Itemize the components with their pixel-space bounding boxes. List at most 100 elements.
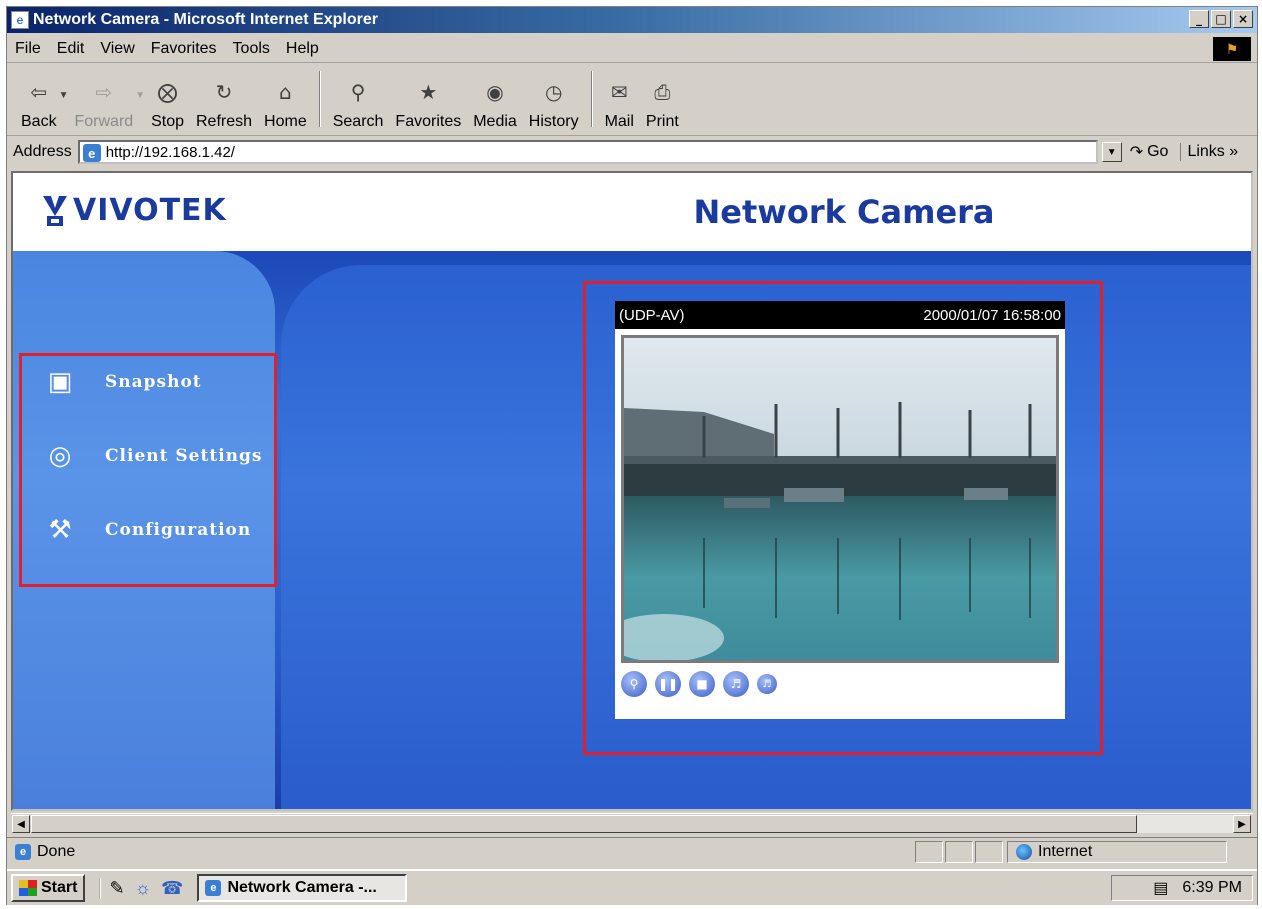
stop-icon: ⨂ xyxy=(157,80,178,104)
outlook-icon[interactable]: ☎ xyxy=(161,878,183,899)
minimize-button[interactable]: _ xyxy=(1189,10,1209,28)
favorites-button[interactable]: ★ Favorites xyxy=(389,67,467,131)
mail-button[interactable]: ✉ Mail xyxy=(599,67,640,131)
video-viewer: (UDP-AV) 2000/01/07 16:58:00 ⚲ ❚❚ ■ ♬ ♬ xyxy=(604,301,1065,719)
nav-client-settings[interactable]: ◎ Client Settings xyxy=(43,441,262,471)
media-icon: ◉ xyxy=(486,80,504,104)
network-tray-icon[interactable]: ▤ xyxy=(1153,878,1168,898)
page-status-icon: e xyxy=(15,843,31,860)
home-icon: ⌂ xyxy=(279,80,292,104)
pause-icon[interactable]: ❚❚ xyxy=(655,671,681,697)
favorites-folder-icon: ★ xyxy=(419,80,438,104)
ie-task-icon: e xyxy=(205,880,222,896)
nav-client-settings-label: Client Settings xyxy=(105,446,263,466)
menu-favorites[interactable]: Favorites xyxy=(143,40,225,58)
clock[interactable]: 6:39 PM xyxy=(1182,879,1242,897)
show-desktop-icon[interactable]: ✎ xyxy=(109,878,124,899)
globe-icon xyxy=(1016,843,1032,860)
status-panel xyxy=(915,840,943,863)
favorites-label: Favorites xyxy=(395,113,462,130)
toolbar: ⇦ Back ▼ ⇨ Forward ▼ ⨂ Stop ↻ Refresh ⌂ … xyxy=(7,64,1257,136)
address-input[interactable]: e http://192.168.1.42/ xyxy=(77,140,1098,164)
toolbar-separator xyxy=(590,71,593,127)
print-label: Print xyxy=(645,113,679,130)
history-icon: ◷ xyxy=(544,80,563,104)
windows-flag-icon: ⚑ xyxy=(1213,37,1251,61)
menu-view[interactable]: View xyxy=(92,40,142,58)
nav-configuration-label: Configuration xyxy=(105,520,252,540)
media-button[interactable]: ◉ Media xyxy=(467,67,523,131)
address-dropdown-icon[interactable]: ▼ xyxy=(1101,142,1122,162)
back-dropdown-icon[interactable]: ▼ xyxy=(59,90,69,101)
page-content: VIVOTEK Network Camera ▣ Snapshot ◎ Clie… xyxy=(11,171,1253,811)
mail-icon: ✉ xyxy=(610,80,628,104)
task-label: Network Camera -... xyxy=(227,879,377,896)
forward-button[interactable]: ⇨ Forward xyxy=(68,67,139,131)
back-label: Back xyxy=(21,113,57,130)
links-button[interactable]: Links » xyxy=(1180,143,1238,161)
horizontal-scrollbar[interactable]: ◀ ▶ xyxy=(11,813,1253,833)
disc-icon: ◎ xyxy=(48,441,72,471)
browser-window: e Network Camera - Microsoft Internet Ex… xyxy=(6,6,1258,905)
quick-launch: ✎ ☼ ☎ xyxy=(99,877,183,899)
scroll-right-icon[interactable]: ▶ xyxy=(1233,815,1251,833)
zoom-icon[interactable]: ⚲ xyxy=(621,671,647,697)
back-arrow-icon: ⇦ xyxy=(30,80,48,104)
title-bar: e Network Camera - Microsoft Internet Ex… xyxy=(7,7,1257,33)
video-protocol: (UDP-AV) xyxy=(619,306,685,324)
zone-label: Internet xyxy=(1038,842,1093,860)
taskbar-network-camera[interactable]: e Network Camera -... xyxy=(197,874,408,902)
home-button[interactable]: ⌂ Home xyxy=(258,67,313,131)
camera-icon: ▣ xyxy=(47,367,73,397)
ie-quicklaunch-icon[interactable]: ☼ xyxy=(135,878,152,899)
video-timestamp: 2000/01/07 16:58:00 xyxy=(923,306,1061,324)
status-bar: e Done Internet xyxy=(7,837,1257,865)
maximize-button[interactable]: □ xyxy=(1211,10,1231,28)
close-button[interactable]: × xyxy=(1233,10,1253,28)
video-controls: ⚲ ❚❚ ■ ♬ ♬ xyxy=(621,671,777,697)
address-url: http://192.168.1.42/ xyxy=(105,143,235,161)
scroll-track[interactable] xyxy=(1137,815,1233,833)
harbor-scene-image xyxy=(604,338,1056,662)
status-panel xyxy=(975,840,1003,863)
print-icon: ⎙ xyxy=(654,80,671,104)
tools-icon: ⚒ xyxy=(48,515,72,545)
go-label: Go xyxy=(1147,143,1169,160)
ie-icon: e xyxy=(11,11,29,29)
search-button[interactable]: ⚲ Search xyxy=(327,67,390,131)
forward-dropdown-icon[interactable]: ▼ xyxy=(135,90,145,101)
stop-video-icon[interactable]: ■ xyxy=(689,671,715,697)
back-button[interactable]: ⇦ Back xyxy=(15,67,63,131)
forward-label: Forward xyxy=(74,113,134,130)
nav-snapshot[interactable]: ▣ Snapshot xyxy=(43,367,202,397)
print-button[interactable]: ⎙ Print xyxy=(640,67,685,131)
history-button[interactable]: ◷ History xyxy=(523,67,585,131)
window-title: Network Camera - Microsoft Internet Expl… xyxy=(33,11,378,28)
page-title: Network Camera xyxy=(693,193,995,231)
refresh-label: Refresh xyxy=(196,113,253,130)
mute-icon[interactable]: ♬ xyxy=(757,674,777,694)
menu-file[interactable]: File xyxy=(7,40,49,58)
stop-button[interactable]: ⨂ Stop xyxy=(145,67,190,131)
windows-logo-icon xyxy=(19,880,37,896)
menu-help[interactable]: Help xyxy=(278,40,327,58)
security-zone: Internet xyxy=(1007,840,1227,863)
volume-icon[interactable]: ♬ xyxy=(723,671,749,697)
address-bar: Address e http://192.168.1.42/ ▼ ↷ Go Li… xyxy=(7,137,1257,167)
menu-tools[interactable]: Tools xyxy=(225,40,278,58)
toolbar-separator xyxy=(318,71,321,127)
search-label: Search xyxy=(332,113,384,130)
menu-edit[interactable]: Edit xyxy=(49,40,93,58)
nav-snapshot-label: Snapshot xyxy=(105,372,202,392)
nav-configuration[interactable]: ⚒ Configuration xyxy=(43,515,251,545)
page-icon: e xyxy=(82,144,101,162)
start-button[interactable]: Start xyxy=(11,874,86,902)
media-label: Media xyxy=(473,113,517,130)
go-button[interactable]: ↷ Go xyxy=(1130,142,1169,162)
status-panel xyxy=(945,840,973,863)
live-video[interactable] xyxy=(604,335,1059,663)
scroll-thumb[interactable] xyxy=(31,815,1137,833)
refresh-button[interactable]: ↻ Refresh xyxy=(190,67,258,131)
scroll-left-icon[interactable]: ◀ xyxy=(12,815,30,833)
address-label: Address xyxy=(13,143,72,160)
